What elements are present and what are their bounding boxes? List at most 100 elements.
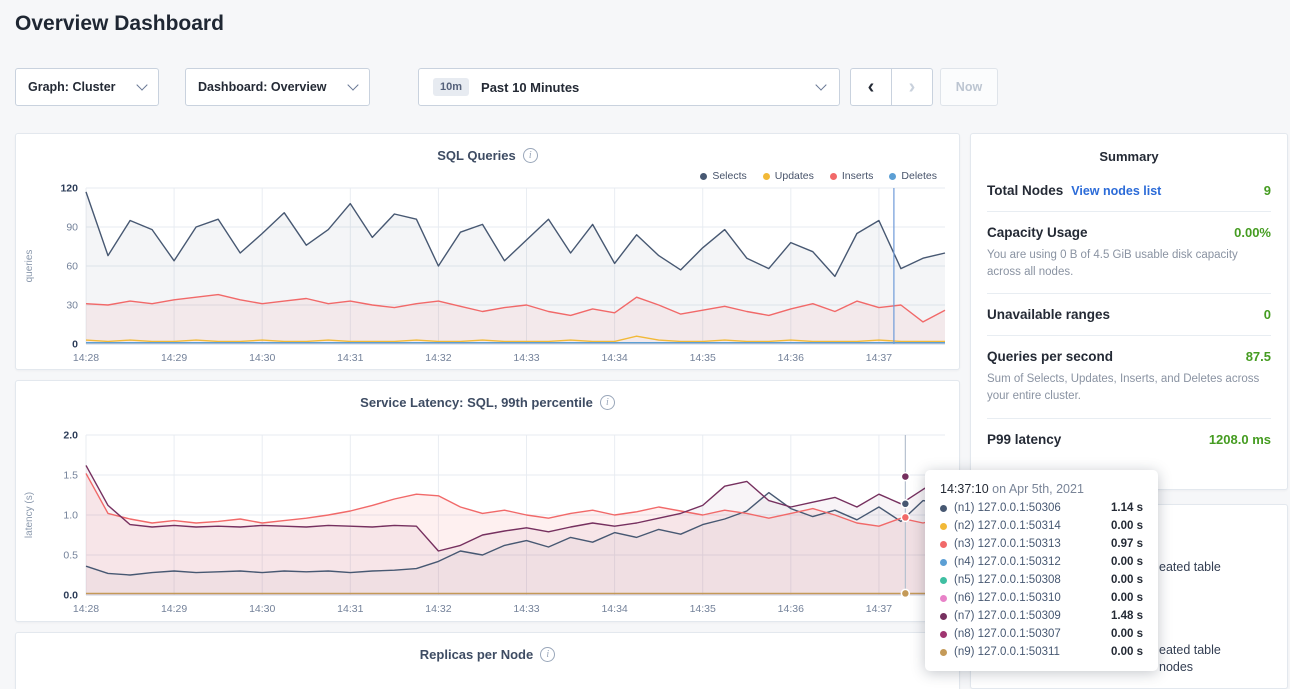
tooltip-timestamp: 14:37:10 on Apr 5th, 2021: [940, 482, 1143, 496]
view-nodes-list-link[interactable]: View nodes list: [1071, 184, 1161, 198]
event-text-fragment: nodes: [1159, 660, 1193, 674]
tooltip-node-value: 0.97 s: [1111, 538, 1143, 550]
svg-text:14:28: 14:28: [73, 603, 99, 615]
service-latency-chart[interactable]: 14:2814:2914:3014:3114:3214:3314:3414:35…: [16, 427, 961, 624]
time-range-label: Past 10 Minutes: [481, 80, 579, 95]
event-text-fragment: eated table: [1159, 560, 1221, 574]
event-text-fragment: eated table: [1159, 643, 1221, 657]
chart-title: Replicas per Node: [420, 647, 533, 662]
tooltip-row: (n1) 127.0.0.1:503061.14 s: [940, 502, 1143, 514]
now-button[interactable]: Now: [940, 68, 998, 106]
svg-text:14:28: 14:28: [73, 352, 99, 364]
summary-row-capacity: Capacity Usage 0.00% You are using 0 B o…: [987, 212, 1271, 294]
page-title: Overview Dashboard: [15, 12, 224, 36]
prev-time-button[interactable]: ‹: [850, 68, 892, 106]
svg-text:14:30: 14:30: [249, 352, 275, 364]
tooltip-node-address: (n2) 127.0.0.1:50314: [954, 520, 1061, 532]
tooltip-node-address: (n3) 127.0.0.1:50313: [954, 538, 1061, 550]
chevron-left-icon: ‹: [868, 76, 875, 99]
qps-value: 87.5: [1246, 349, 1271, 364]
total-nodes-label: Total Nodes: [987, 183, 1063, 198]
hover-tooltip: 14:37:10 on Apr 5th, 2021 (n1) 127.0.0.1…: [925, 470, 1158, 671]
svg-text:14:35: 14:35: [690, 352, 716, 364]
capacity-value: 0.00%: [1234, 225, 1271, 240]
tooltip-row: (n3) 127.0.0.1:50313 0.97 s: [940, 538, 1143, 550]
svg-text:14:29: 14:29: [161, 603, 187, 615]
svg-text:14:30: 14:30: [249, 603, 275, 615]
node-color-dot-icon: [940, 559, 947, 566]
tooltip-node-address: (n1) 127.0.0.1:50306: [954, 502, 1061, 514]
unavailable-ranges-label: Unavailable ranges: [987, 307, 1110, 322]
chevron-down-icon: [347, 79, 358, 90]
chart-header: Service Latency: SQL, 99th percentile i: [16, 381, 959, 410]
chevron-down-icon: [815, 79, 826, 90]
svg-text:latency (s): latency (s): [24, 492, 35, 538]
svg-text:0: 0: [72, 339, 78, 351]
chevron-right-icon: ›: [909, 76, 916, 99]
svg-text:14:31: 14:31: [337, 603, 363, 615]
svg-text:14:36: 14:36: [778, 352, 804, 364]
chart-header: SQL Queries i: [16, 134, 959, 163]
time-range-badge: 10m: [433, 78, 469, 96]
tooltip-row: (n4) 127.0.0.1:503120.00 s: [940, 556, 1143, 568]
now-button-label: Now: [956, 80, 982, 94]
tooltip-rows: (n1) 127.0.0.1:503061.14 s (n2) 127.0.0.1…: [940, 502, 1143, 658]
tooltip-row: (n2) 127.0.0.1:50314 0.00 s: [940, 520, 1143, 532]
p99-latency-value: 1208.0 ms: [1209, 432, 1271, 447]
svg-text:120: 120: [60, 183, 78, 195]
node-color-dot-icon: [940, 631, 947, 638]
tooltip-node-value: 0.00 s: [1111, 520, 1143, 532]
legend-dot-icon: [763, 173, 770, 180]
svg-text:14:34: 14:34: [601, 603, 627, 615]
graph-dropdown[interactable]: Graph: Cluster: [15, 68, 159, 106]
summary-row-qps: Queries per second 87.5 Sum of Selects, …: [987, 336, 1271, 418]
node-color-dot-icon: [940, 505, 947, 512]
capacity-label: Capacity Usage: [987, 225, 1088, 240]
svg-text:60: 60: [66, 261, 78, 273]
tooltip-node-address: (n7) 127.0.0.1:50309: [954, 610, 1061, 622]
svg-text:14:29: 14:29: [161, 352, 187, 364]
info-icon[interactable]: i: [540, 647, 555, 662]
summary-row-p99-latency: P99 latency 1208.0 ms: [987, 419, 1271, 460]
tooltip-row: (n6) 127.0.0.1:503100.00 s: [940, 592, 1143, 604]
unavailable-ranges-value: 0: [1264, 307, 1271, 322]
svg-text:queries: queries: [24, 250, 35, 283]
replicas-per-node-chart-card: Replicas per Node i: [15, 632, 960, 689]
next-time-button[interactable]: ›: [891, 68, 933, 106]
tooltip-node-value: 1.48 s: [1111, 610, 1143, 622]
svg-text:14:31: 14:31: [337, 352, 363, 364]
tooltip-row: (n7) 127.0.0.1:50309 1.48 s: [940, 610, 1143, 622]
summary-row-unavailable-ranges: Unavailable ranges 0: [987, 294, 1271, 336]
info-icon[interactable]: i: [523, 148, 538, 163]
overview-dashboard-page: Overview Dashboard Graph: Cluster Dashbo…: [0, 0, 1290, 689]
svg-text:90: 90: [66, 222, 78, 234]
node-color-dot-icon: [940, 595, 947, 602]
info-icon[interactable]: i: [600, 395, 615, 410]
legend-dot-icon: [700, 173, 707, 180]
sql-queries-chart[interactable]: 14:2814:2914:3014:3114:3214:3314:3414:35…: [16, 180, 961, 373]
chevron-down-icon: [136, 79, 147, 90]
total-nodes-value: 9: [1264, 183, 1271, 198]
tooltip-node-value: 0.00 s: [1111, 646, 1143, 658]
svg-text:14:32: 14:32: [425, 352, 451, 364]
node-color-dot-icon: [940, 613, 947, 620]
tooltip-node-address: (n5) 127.0.0.1:50308: [954, 574, 1061, 586]
qps-caption: Sum of Selects, Updates, Inserts, and De…: [987, 371, 1271, 404]
summary-panel: Summary Total Nodes View nodes list 9 Ca…: [970, 133, 1288, 490]
svg-text:2.0: 2.0: [63, 430, 78, 442]
time-range-picker[interactable]: 10m Past 10 Minutes: [418, 68, 840, 106]
svg-text:14:36: 14:36: [778, 603, 804, 615]
tooltip-node-value: 0.00 s: [1111, 556, 1143, 568]
svg-text:14:32: 14:32: [425, 603, 451, 615]
chart-header: Replicas per Node i: [16, 633, 959, 662]
chart-title: Service Latency: SQL, 99th percentile: [360, 395, 593, 410]
svg-text:0.0: 0.0: [63, 590, 78, 602]
dashboard-dropdown[interactable]: Dashboard: Overview: [185, 68, 370, 106]
summary-row-total-nodes: Total Nodes View nodes list 9: [987, 170, 1271, 212]
summary-title: Summary: [971, 134, 1287, 170]
qps-label: Queries per second: [987, 349, 1113, 364]
tooltip-row: (n5) 127.0.0.1:503080.00 s: [940, 574, 1143, 586]
sql-queries-chart-card: SQL Queries i SelectsUpdatesInsertsDelet…: [15, 133, 960, 370]
svg-text:14:37: 14:37: [866, 352, 892, 364]
tooltip-row: (n8) 127.0.0.1:503070.00 s: [940, 628, 1143, 640]
